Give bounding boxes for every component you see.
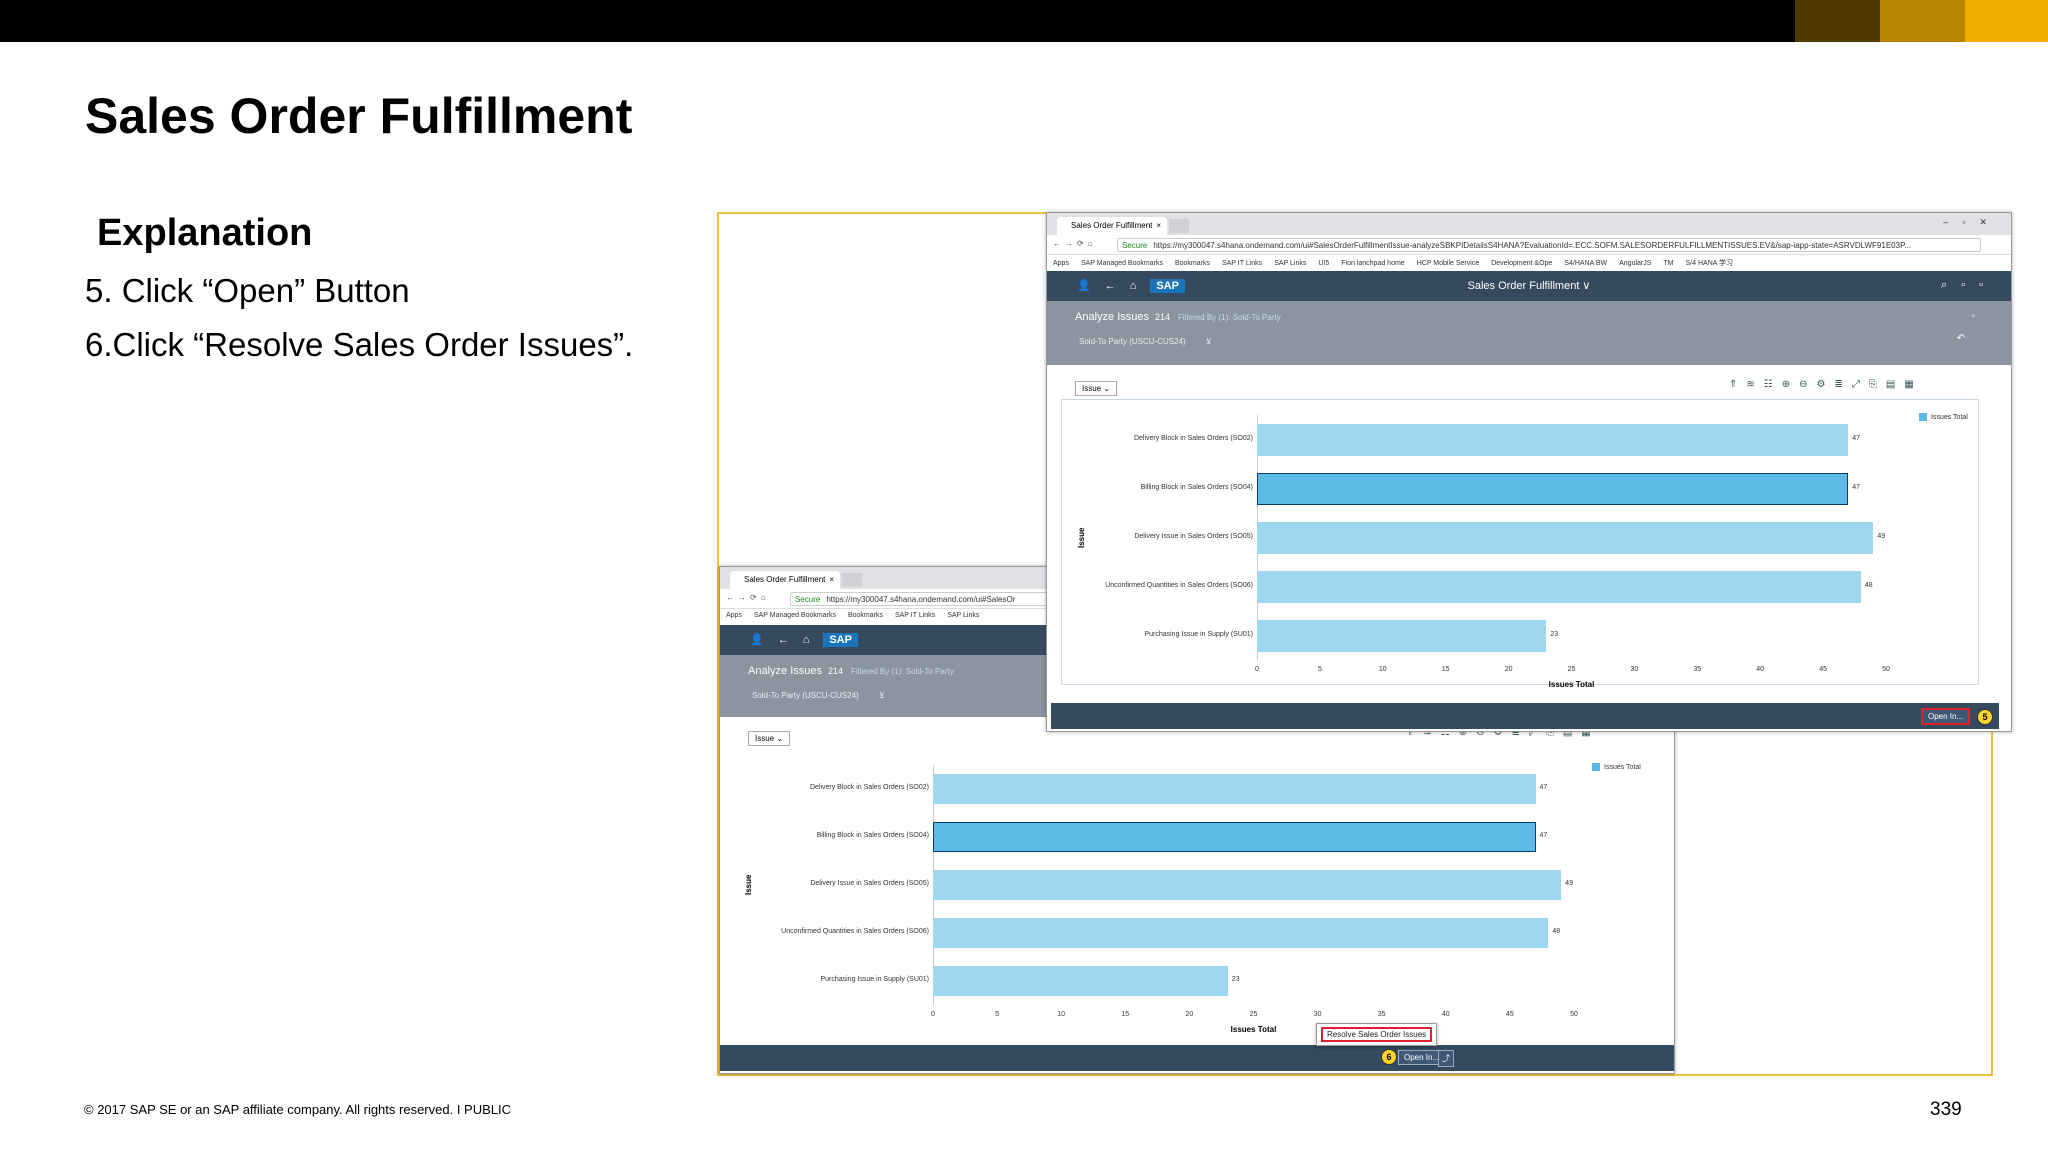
bar[interactable] <box>933 870 1562 900</box>
x-tick-label: 15 <box>1441 666 1450 673</box>
chart-legend: Issues Total <box>1592 763 1641 771</box>
x-tick-label: 30 <box>1630 666 1639 673</box>
screenshot-step-5: Sales Order Fulfillment × –▫✕ ←→⟳⌂ Secure… <box>1046 212 2012 732</box>
x-tick-label: 30 <box>1313 1011 1322 1018</box>
page-number: 339 <box>1930 1099 1962 1120</box>
open-in-button[interactable]: Open In... <box>1921 708 1971 725</box>
bar[interactable] <box>1257 521 1874 554</box>
explanation-heading: Explanation <box>97 212 313 254</box>
data-label: 48 <box>1552 928 1561 935</box>
bar[interactable] <box>1257 570 1861 603</box>
data-label: 47 <box>1852 483 1861 491</box>
bar[interactable] <box>933 966 1228 996</box>
y-axis-label: Issue <box>1077 527 1086 548</box>
data-label: 49 <box>1877 532 1886 540</box>
x-tick-label: 0 <box>931 1011 935 1018</box>
category-label: Delivery Block in Sales Orders (SO02) <box>809 784 929 791</box>
x-tick-label: 5 <box>995 1011 1000 1018</box>
brand-block-mid <box>1880 0 1965 42</box>
category-label: Delivery Issue in Sales Orders (SO05) <box>1134 532 1253 540</box>
step-6-badge: 6 <box>1381 1049 1397 1065</box>
bar[interactable] <box>933 918 1549 948</box>
x-tick-label: 40 <box>1441 1011 1450 1018</box>
step-5-badge: 5 <box>1977 709 1993 725</box>
bar[interactable] <box>1257 423 1849 456</box>
brand-block-gold <box>1965 0 2048 42</box>
data-label: 23 <box>1550 630 1559 638</box>
x-tick-label: 10 <box>1057 1011 1066 1018</box>
bar[interactable] <box>1257 619 1547 652</box>
x-tick-label: 0 <box>1255 666 1259 673</box>
legend-swatch <box>1592 763 1600 771</box>
category-label: Purchasing Issue in Supply (SU01) <box>1144 630 1253 638</box>
slide-title: Sales Order Fulfillment <box>85 88 633 144</box>
x-tick-label: 50 <box>1882 666 1890 673</box>
x-tick-label: 5 <box>1317 666 1322 673</box>
footer-bar: Open In... <box>1051 703 1999 729</box>
x-tick-label: 40 <box>1756 666 1765 673</box>
data-label: 47 <box>1539 832 1548 839</box>
share-icon[interactable]: ⤴ <box>1438 1050 1454 1067</box>
x-tick-label: 20 <box>1504 666 1513 673</box>
x-tick-label: 25 <box>1249 1011 1258 1018</box>
step-5: 5. Click “Open” Button <box>85 272 410 309</box>
resolve-sales-order-issues[interactable]: Resolve Sales Order Issues <box>1321 1027 1433 1042</box>
x-axis-label: Issues Total <box>1230 1025 1277 1034</box>
issues-chart: Issues Total Issue Delivery Block in Sales… <box>1047 213 2011 731</box>
bar[interactable] <box>933 774 1536 804</box>
bar[interactable] <box>933 822 1536 852</box>
data-label: 48 <box>1864 581 1873 589</box>
category-label: Unconfirmed Quantities in Sales Orders (… <box>781 928 929 935</box>
legend-label: Issues Total <box>1931 413 1968 421</box>
brand-block-dark <box>1795 0 1880 42</box>
chart-legend: Issues Total <box>1919 413 1968 421</box>
x-tick-label: 25 <box>1567 666 1576 673</box>
x-tick-label: 10 <box>1378 666 1387 673</box>
bar[interactable] <box>1257 472 1849 505</box>
footer-copyright: © 2017 SAP SE or an SAP affiliate compan… <box>84 1102 512 1117</box>
category-label: Unconfirmed Quantities in Sales Orders (… <box>1105 581 1253 589</box>
x-tick-label: 20 <box>1185 1011 1194 1018</box>
data-label: 47 <box>1539 784 1548 791</box>
footer-bar: Open In... ⤴ <box>720 1045 1674 1071</box>
x-tick-label: 15 <box>1121 1011 1130 1018</box>
x-tick-label: 35 <box>1377 1011 1386 1018</box>
y-axis-label: Issue <box>744 874 753 895</box>
open-in-popover: Resolve Sales Order Issues <box>1316 1023 1438 1046</box>
step-6: 6.Click “Resolve Sales Order Issues”. <box>85 326 634 363</box>
legend-swatch <box>1919 413 1927 421</box>
brand-bar <box>0 0 2048 42</box>
data-label: 47 <box>1852 434 1861 442</box>
x-tick-label: 50 <box>1570 1011 1578 1018</box>
category-label: Delivery Block in Sales Orders (SO02) <box>1133 434 1253 442</box>
x-axis-label: Issues Total <box>1548 680 1595 689</box>
x-tick-label: 35 <box>1693 666 1702 673</box>
data-label: 23 <box>1231 976 1240 983</box>
category-label: Billing Block in Sales Orders (SO04) <box>816 832 929 839</box>
legend-label: Issues Total <box>1604 763 1641 771</box>
category-label: Billing Block in Sales Orders (SO04) <box>1140 483 1253 491</box>
x-tick-label: 45 <box>1819 666 1827 673</box>
x-tick-label: 45 <box>1505 1011 1514 1018</box>
category-label: Delivery Issue in Sales Orders (SO05) <box>810 880 929 887</box>
data-label: 49 <box>1565 880 1573 887</box>
category-label: Purchasing Issue in Supply (SU01) <box>820 976 929 983</box>
